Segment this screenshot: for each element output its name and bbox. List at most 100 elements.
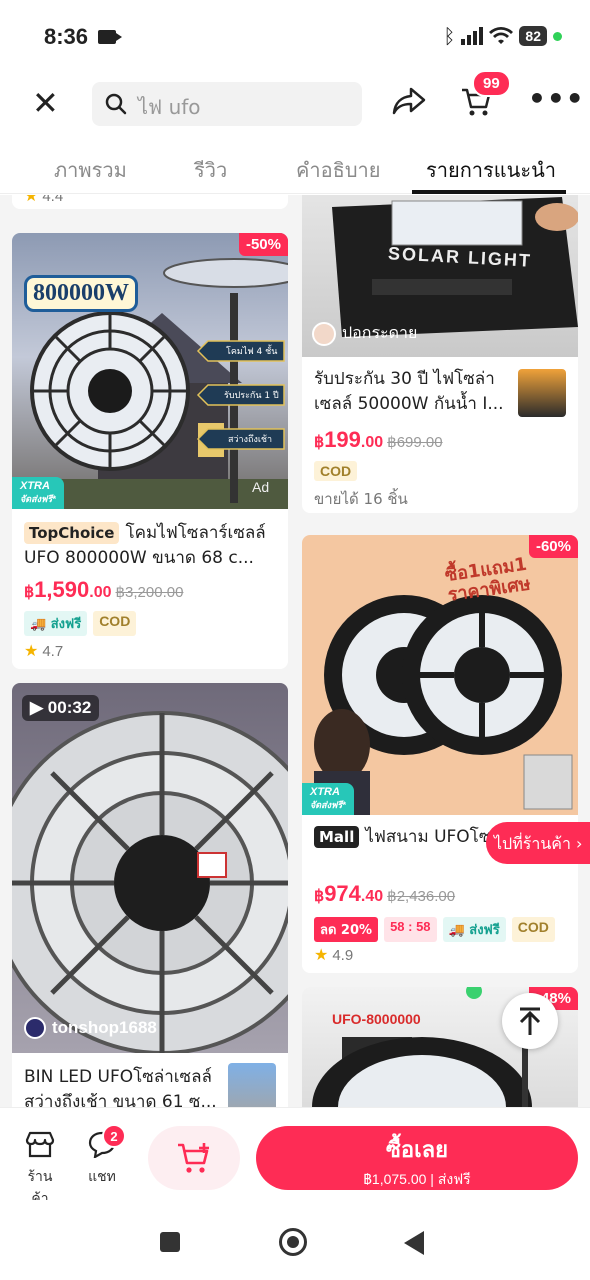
- cod-badge: COD: [93, 611, 137, 636]
- product-tabs: ภาพรวม รีวิว คำอธิบาย รายการแนะนำ: [0, 140, 590, 194]
- product-rating: ★ 4.9: [314, 947, 354, 964]
- star-icon: ★: [314, 947, 329, 964]
- image-label: รับประกัน 1 ปี: [224, 391, 279, 401]
- image-label: โคมไฟ 4 ชั้น: [226, 347, 278, 357]
- discount-coupon-badge: ลด 20%: [314, 917, 379, 942]
- tab-reviews[interactable]: รีวิว: [194, 154, 227, 186]
- original-price: ฿2,436.00: [387, 888, 456, 905]
- go-to-store-button[interactable]: ไปที่ร้านค้า ›: [486, 822, 590, 864]
- signal-icon: [461, 27, 484, 45]
- buy-now-label: ซื้อเลย: [385, 1138, 449, 1163]
- ad-label: Ad: [252, 479, 270, 495]
- star-icon: ★: [24, 643, 39, 660]
- product-image: SOLAR LIGHT ปอกระดาย: [302, 195, 578, 357]
- mall-tag: Mall: [314, 826, 360, 848]
- arrow-up-icon: [519, 1007, 541, 1035]
- bluetooth-icon: ᛒ: [443, 24, 456, 48]
- cod-badge: COD: [511, 917, 555, 942]
- countdown-timer: 58 : 58: [384, 917, 437, 942]
- video-duration: ▶ 00:32: [22, 695, 100, 721]
- battery-indicator: 82: [519, 26, 547, 46]
- product-card[interactable]: ▶ 00:32 tonshop1688 BIN LED UFOโซล่าเซลล…: [12, 683, 288, 1107]
- seller-info: tonshop1688: [24, 1017, 157, 1039]
- free-shipping-badge: 🚚 ส่งฟรี: [442, 917, 506, 942]
- recent-apps-icon[interactable]: [160, 1232, 180, 1252]
- back-icon[interactable]: [404, 1231, 424, 1255]
- screen: 8:36 ᛒ 82 ✕ ไฟ ufo 99 ••• ภาพรวม รีวิว ค…: [0, 0, 590, 1280]
- search-input[interactable]: ไฟ ufo: [92, 82, 362, 126]
- product-badges: ลด 20% 58 : 58 🚚 ส่งฟรี COD: [314, 917, 555, 942]
- product-card[interactable]: SOLAR LIGHT ปอกระดาย รับประกัน 30 ปี ไฟโ…: [302, 195, 578, 513]
- tab-recommended[interactable]: รายการแนะนำ: [426, 154, 556, 186]
- product-badges: COD: [314, 461, 358, 481]
- product-video-thumbnail: ▶ 00:32 tonshop1688: [12, 683, 288, 1053]
- xtra-shipping-badge: XTRA จัดส่งฟรี*: [12, 477, 64, 509]
- sold-count: ขายได้ 16 ชิ้น: [314, 490, 408, 508]
- wattage-banner: 800000W: [24, 275, 138, 312]
- original-price: ฿3,200.00: [115, 584, 184, 601]
- tab-description[interactable]: คำอธิบาย: [296, 154, 380, 186]
- promo-banner: UFO-8000000: [332, 1011, 421, 1027]
- home-icon[interactable]: [279, 1228, 307, 1256]
- status-bar: 8:36 ᛒ 82: [0, 0, 590, 74]
- search-placeholder: ไฟ ufo: [138, 95, 201, 119]
- active-tab-indicator: [412, 190, 566, 194]
- cart-plus-icon: [178, 1143, 209, 1173]
- product-badges: 🚚 ส่งฟรี COD: [24, 611, 137, 636]
- status-icons: ᛒ 82: [443, 24, 562, 48]
- more-options-icon[interactable]: •••: [528, 82, 585, 115]
- product-card[interactable]: ซื้อ1แถม1 ราคาพิเศษ -60% XTRA จัดส่งฟรี* …: [302, 535, 578, 973]
- bottom-action-bar: ร้านค้า แชท 2 ซื้อเลย ฿1,075.00 | ส่งฟรี: [0, 1107, 590, 1207]
- seller-info: ปอกระดาย: [312, 321, 417, 346]
- wifi-icon: [489, 27, 514, 44]
- seller-avatar: [24, 1017, 46, 1039]
- store-button[interactable]: ร้านค้า: [20, 1130, 60, 1210]
- seller-name: ปอกระดาย: [342, 323, 418, 342]
- cart-count-badge: 99: [472, 70, 511, 97]
- product-image: 800000W โคมไฟ 4 ชั้น รับประกัน 1 ปี สว่า…: [12, 233, 288, 509]
- cod-badge: COD: [314, 461, 358, 481]
- chat-label: แชท: [88, 1169, 116, 1185]
- product-rating: ★ 4.7: [24, 643, 64, 660]
- ufo-lamp-closeup-illustration: [12, 711, 288, 1053]
- tab-overview[interactable]: ภาพรวม: [54, 154, 127, 186]
- product-card[interactable]: 800000W โคมไฟ 4 ชั้น รับประกัน 1 ปี สว่า…: [12, 233, 288, 669]
- product-image: ซื้อ1แถม1 ราคาพิเศษ -60% XTRA จัดส่งฟรี*: [302, 535, 578, 815]
- discount-badge: -60%: [528, 535, 578, 558]
- close-icon[interactable]: ✕: [32, 87, 59, 119]
- search-icon: [105, 93, 127, 115]
- free-shipping-badge: 🚚 ส่งฟรี: [24, 611, 88, 636]
- product-price: ฿199.00 ฿699.00: [314, 427, 443, 452]
- star-icon: ★: [24, 195, 39, 205]
- privacy-dot-icon: [553, 31, 562, 41]
- status-time: 8:36: [44, 24, 89, 49]
- system-navigation-bar: [0, 1200, 590, 1280]
- product-thumbnail: [228, 1063, 276, 1107]
- product-rating: ★ 4.4: [24, 195, 63, 206]
- image-label: สว่างถึงเช้า: [228, 435, 273, 445]
- video-camera-icon: [98, 30, 122, 44]
- seller-avatar: [312, 321, 336, 346]
- store-icon: [25, 1131, 55, 1158]
- scroll-to-top-button[interactable]: [502, 993, 558, 1049]
- chat-count-badge: 2: [102, 1124, 126, 1148]
- xtra-shipping-badge: XTRA จัดส่งฟรี*: [302, 783, 354, 815]
- discount-badge: -50%: [238, 233, 288, 256]
- share-icon[interactable]: [392, 86, 426, 116]
- add-to-cart-button[interactable]: [148, 1126, 240, 1190]
- product-price: ฿1,590.00 ฿3,200.00: [24, 577, 184, 602]
- product-title: TopChoice โคมไฟโซลาร์เซลล์ UFO 800000W ขน…: [24, 522, 266, 568]
- buy-now-button[interactable]: ซื้อเลย ฿1,075.00 | ส่งฟรี: [256, 1126, 578, 1190]
- recommendations-feed: ★ 4.4 800000W โคมไฟ 4 ชั้น รับประกัน 1 ป…: [0, 195, 590, 1107]
- partial-product-card[interactable]: ★ 4.4: [12, 195, 288, 209]
- original-price: ฿699.00: [387, 434, 443, 451]
- search-header: ✕ ไฟ ufo 99 •••: [0, 70, 590, 136]
- seller-name: tonshop1688: [52, 1018, 157, 1037]
- product-thumbnail: [518, 369, 566, 417]
- product-title: Mallไฟสนาม UFOโซล่าเซลล์ 750LED สว่างยัน…: [314, 825, 504, 850]
- buy-now-price: ฿1,075.00 | ส่งฟรี: [363, 1171, 471, 1187]
- product-title: รับประกัน 30 ปี ไฟโซล่าเซลล์ 50000W กันน…: [314, 369, 504, 414]
- topchoice-tag: TopChoice: [24, 522, 120, 544]
- product-price: ฿974.40 ฿2,436.00: [314, 881, 456, 906]
- product-title: BIN LED UFOโซล่าเซลล์ สว่างถึงเช้า ขนาด …: [24, 1067, 217, 1107]
